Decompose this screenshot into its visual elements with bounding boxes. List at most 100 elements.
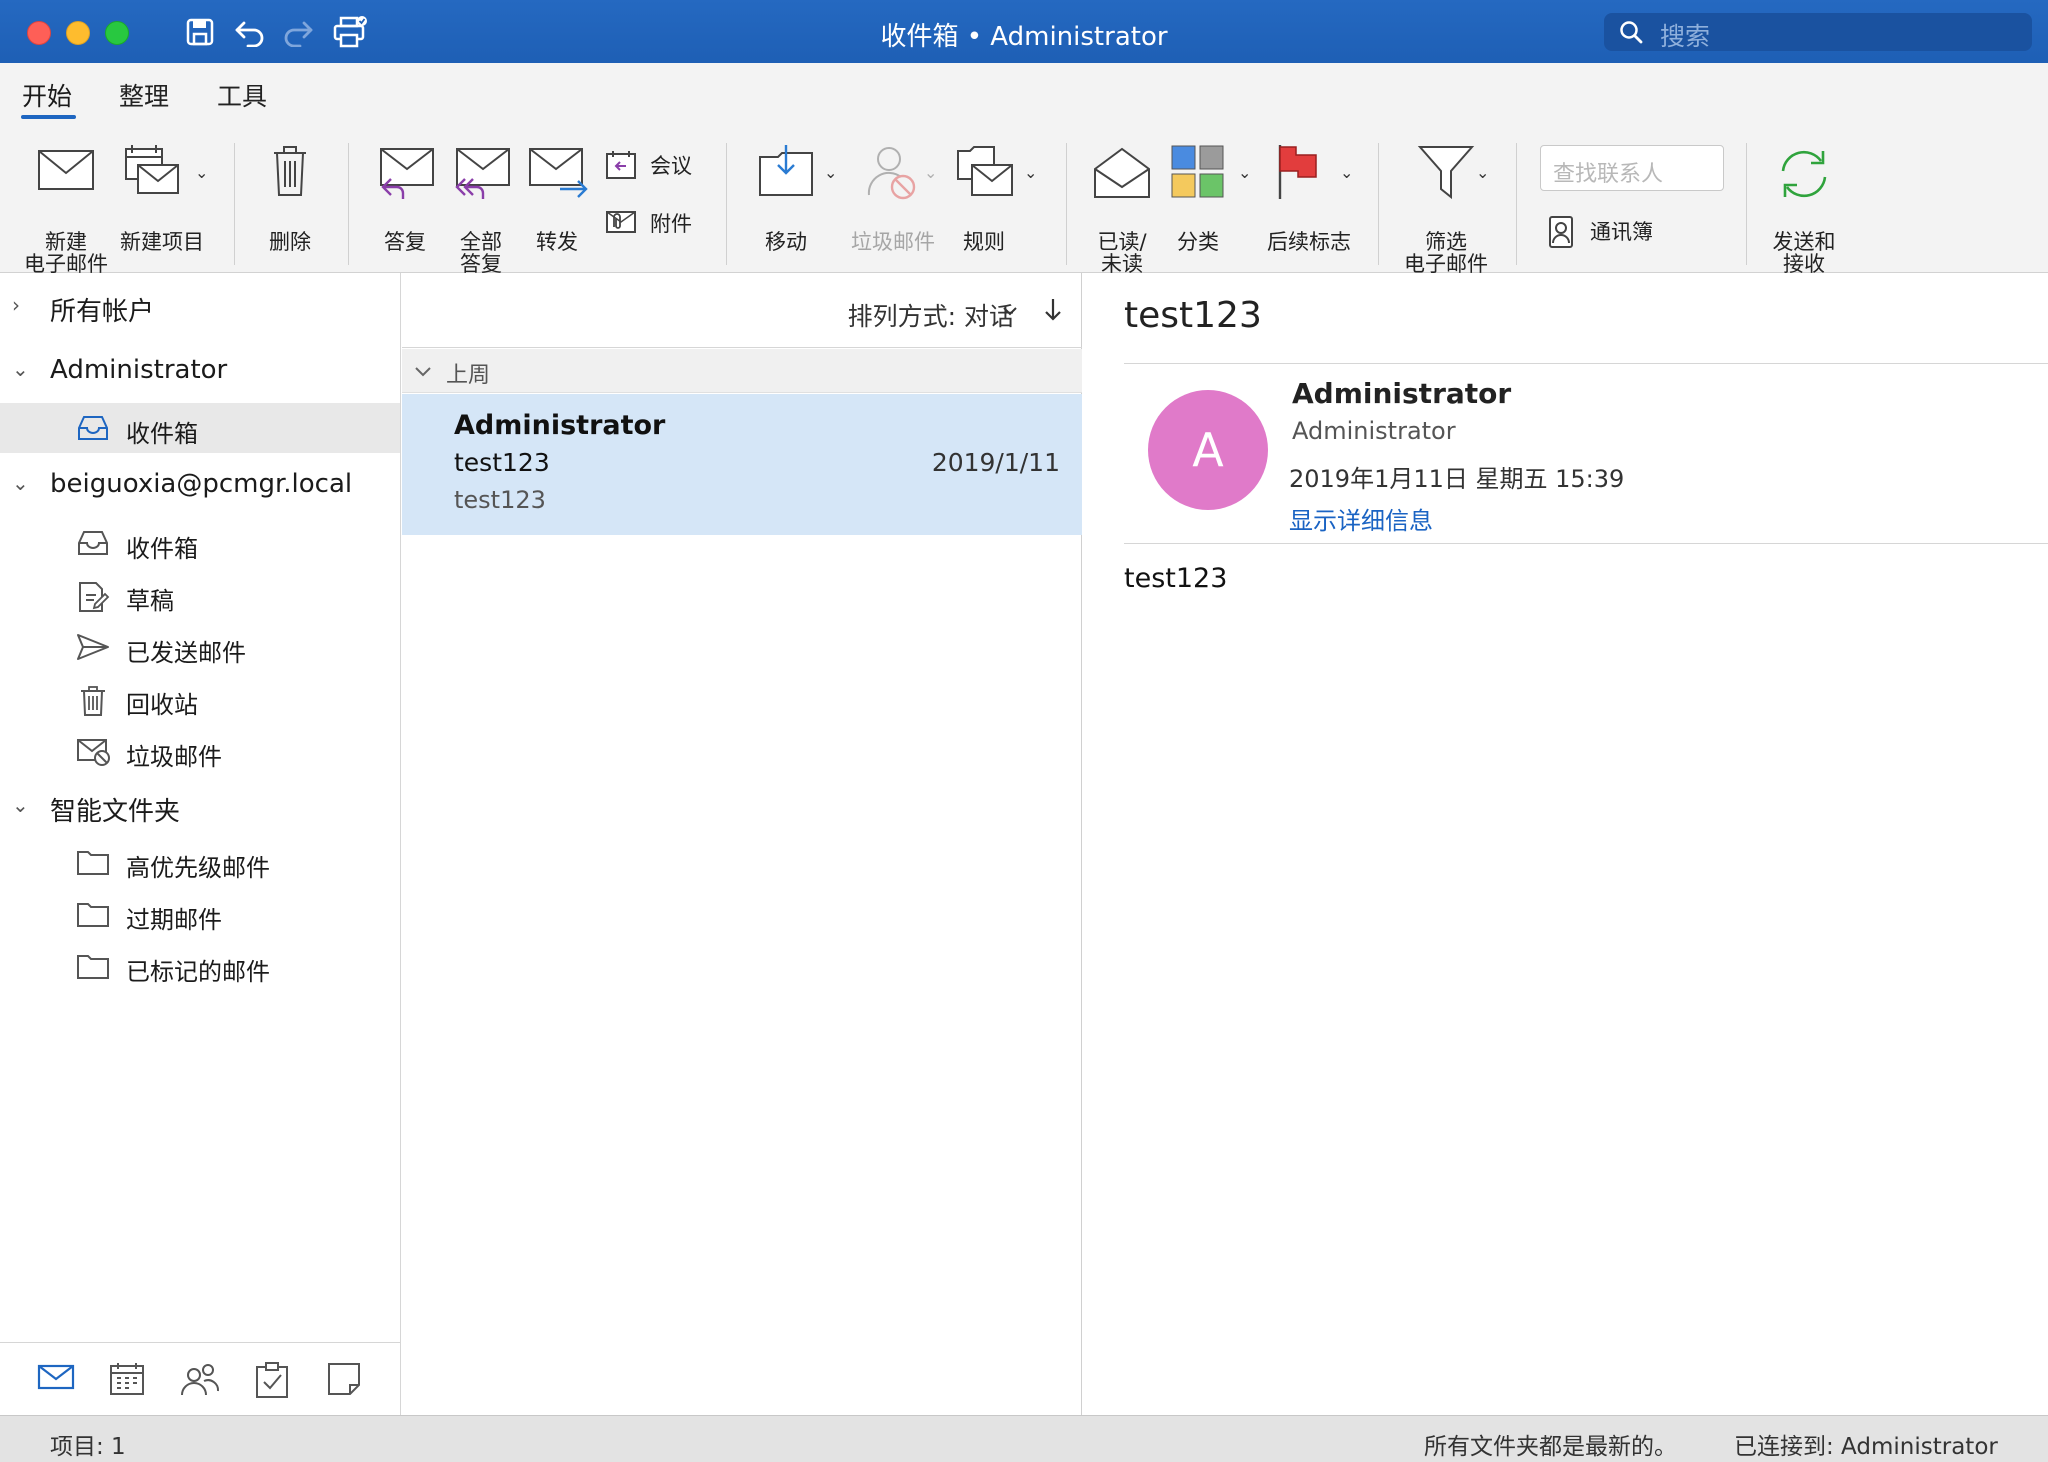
group-label: 上周	[446, 363, 491, 388]
reading-pane: test123 A Administrator Administrator 20…	[1084, 273, 2048, 1415]
sort-by-dropdown[interactable]: 排列方式: 对话	[848, 297, 1014, 333]
folder-sent[interactable]: 已发送邮件	[0, 622, 400, 672]
attachment-label: 附件	[650, 212, 692, 236]
folder-icon	[77, 851, 109, 875]
filter-email-label: 筛选 电子邮件	[1404, 230, 1488, 276]
ribbon-separator	[348, 143, 349, 265]
new-email-button[interactable]: 新建 电子邮件	[24, 147, 108, 275]
chevron-down-icon[interactable]: ⌄	[12, 793, 29, 817]
smart-folders-group[interactable]: ⌄ 智能文件夹	[0, 791, 400, 831]
move-button[interactable]: 移动	[754, 145, 818, 267]
tab-home[interactable]: 开始	[22, 77, 72, 113]
chevron-down-icon[interactable]	[1002, 303, 1018, 319]
delete-label: 删除	[269, 230, 311, 254]
tab-organize[interactable]: 整理	[119, 77, 169, 113]
chevron-down-icon[interactable]: ⌄	[12, 357, 29, 381]
sent-icon	[77, 634, 109, 660]
message-list: 排列方式: 对话 上周 Administrator test123 2019/1…	[402, 273, 1082, 1415]
delete-button[interactable]: 删除	[262, 146, 318, 267]
folder-label: 草稿	[126, 587, 174, 615]
new-item-dropdown-icon[interactable]: ⌄	[195, 163, 208, 182]
mail-icon[interactable]	[36, 1361, 76, 1393]
open-envelope-icon	[1094, 147, 1150, 198]
read-unread-button[interactable]: 已读/ 未读	[1090, 147, 1154, 275]
send-receive-button[interactable]: 发送和 接收	[1772, 147, 1836, 275]
smart-folder-overdue[interactable]: 过期邮件	[0, 889, 400, 939]
sender-name[interactable]: Administrator	[1292, 377, 1511, 410]
new-item-button[interactable]: 新建项目	[120, 145, 204, 267]
minimize-window-button[interactable]	[66, 21, 90, 45]
folder-trash[interactable]: 回收站	[0, 674, 400, 724]
inbox-icon	[78, 531, 108, 555]
new-item-label: 新建项目	[120, 230, 204, 254]
ribbon-separator	[1378, 143, 1379, 265]
find-contact-input[interactable]: 查找联系人	[1540, 145, 1724, 191]
account-beiguoxia[interactable]: ⌄ beiguoxia@pcmgr.local	[0, 469, 400, 509]
forward-button[interactable]: 转发	[526, 147, 588, 267]
title-bar: 收件箱 • Administrator 搜索	[0, 0, 2048, 63]
account-label: beiguoxia@pcmgr.local	[50, 469, 353, 499]
reply-all-icon	[455, 148, 510, 199]
print-icon[interactable]	[330, 12, 370, 52]
message-subject: test123	[454, 448, 550, 477]
divider	[1124, 543, 2048, 544]
reply-button[interactable]: 答复	[374, 147, 436, 267]
attachment-icon	[606, 211, 636, 233]
smart-folder-flagged[interactable]: 已标记的邮件	[0, 941, 400, 991]
save-icon[interactable]	[180, 12, 220, 52]
folder-inbox[interactable]: 收件箱	[0, 518, 400, 568]
calendar-icon[interactable]	[108, 1361, 146, 1397]
move-dropdown-icon[interactable]: ⌄	[824, 163, 837, 182]
notes-icon[interactable]	[326, 1361, 362, 1397]
avatar[interactable]: A	[1148, 390, 1268, 510]
folder-label: 过期邮件	[126, 906, 222, 934]
chevron-right-icon[interactable]: ›	[12, 293, 20, 317]
folder-drafts[interactable]: 草稿	[0, 570, 400, 620]
categorize-icon	[1171, 145, 1224, 198]
address-book-button[interactable]: 通讯簿	[1548, 215, 1678, 249]
junk-button: 垃圾邮件	[851, 147, 935, 267]
sort-direction-icon[interactable]	[1044, 297, 1062, 323]
ribbon-separator	[234, 143, 235, 265]
categorize-button[interactable]: 分类	[1168, 145, 1228, 267]
filter-email-button[interactable]: 筛选 电子邮件	[1404, 146, 1488, 275]
show-details-link[interactable]: 显示详细信息	[1289, 501, 1433, 536]
item-count: 项目: 1	[50, 1434, 126, 1460]
close-window-button[interactable]	[27, 21, 51, 45]
search-field[interactable]: 搜索	[1604, 13, 2032, 51]
folder-admin-inbox[interactable]: 收件箱	[0, 403, 400, 453]
follow-up-dropdown-icon[interactable]: ⌄	[1340, 163, 1353, 182]
rules-dropdown-icon[interactable]: ⌄	[1024, 163, 1037, 182]
group-header[interactable]: 上周	[402, 349, 1082, 393]
rules-button[interactable]: 规则	[954, 146, 1034, 267]
message-item[interactable]: Administrator test123 2019/1/11 test123	[402, 394, 1082, 535]
categorize-dropdown-icon[interactable]: ⌄	[1238, 163, 1251, 182]
chevron-down-icon[interactable]	[414, 363, 432, 381]
filter-dropdown-icon[interactable]: ⌄	[1476, 163, 1489, 182]
folder-junk[interactable]: 垃圾邮件	[0, 726, 400, 776]
tasks-icon[interactable]	[254, 1361, 290, 1399]
people-icon[interactable]	[180, 1361, 220, 1397]
all-accounts-group[interactable]: › 所有帐户	[0, 291, 400, 331]
sort-bar: 排列方式: 对话	[402, 273, 1082, 348]
smart-folder-high-priority[interactable]: 高优先级邮件	[0, 837, 400, 887]
meeting-button[interactable]: 会议	[604, 149, 704, 183]
trash-icon	[274, 146, 306, 196]
undo-icon[interactable]	[230, 12, 270, 52]
tab-tools[interactable]: 工具	[217, 77, 267, 113]
junk-person-icon	[867, 147, 916, 200]
chevron-down-icon[interactable]: ⌄	[12, 471, 29, 495]
ribbon-separator	[726, 143, 727, 265]
attachment-button[interactable]: 附件	[604, 207, 704, 241]
zoom-window-button[interactable]	[105, 21, 129, 45]
account-administrator[interactable]: ⌄ Administrator	[0, 355, 400, 395]
move-label: 移动	[765, 230, 807, 254]
reply-all-button[interactable]: 全部 答复	[450, 147, 512, 275]
new-email-label: 新建 电子邮件	[24, 230, 108, 276]
junk-dropdown-icon: ⌄	[924, 163, 938, 182]
inbox-icon	[78, 416, 108, 440]
folder-label: 已标记的邮件	[126, 958, 270, 986]
sync-icon	[1781, 150, 1827, 198]
ribbon-separator	[1066, 143, 1067, 265]
meeting-label: 会议	[650, 154, 692, 178]
